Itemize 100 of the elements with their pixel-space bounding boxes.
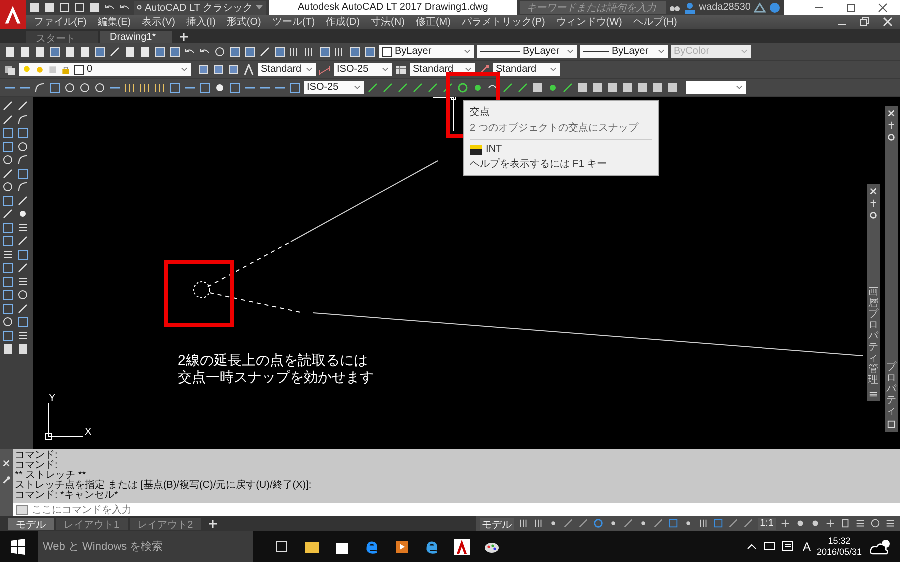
line-icon[interactable] <box>563 518 574 529</box>
square-icon[interactable] <box>2 222 14 234</box>
menu-item[interactable]: 編集(E) <box>98 15 132 29</box>
linetype-dropdown[interactable]: ByLayer <box>477 45 577 58</box>
layer-dropdown[interactable]: 0 <box>19 63 191 76</box>
line-icon[interactable] <box>780 518 791 529</box>
page-icon[interactable] <box>44 2 56 14</box>
palette-bar[interactable]: 画層プロパティ管理 <box>867 184 880 401</box>
autocad-app-icon[interactable] <box>454 538 470 554</box>
square-icon[interactable] <box>169 82 181 94</box>
square-icon[interactable] <box>2 140 14 152</box>
plus-icon[interactable] <box>178 31 190 43</box>
dot-icon[interactable] <box>17 208 29 220</box>
menu-item[interactable]: 修正(M) <box>416 15 451 29</box>
line-icon[interactable] <box>412 82 424 94</box>
square-icon[interactable] <box>840 518 851 529</box>
maximize-icon[interactable] <box>846 2 856 12</box>
menu-item[interactable]: 作成(D) <box>326 15 360 29</box>
task-view-icon[interactable] <box>274 538 290 554</box>
user-name[interactable]: wada28530 <box>699 2 751 13</box>
line-icon[interactable] <box>427 82 439 94</box>
bars-icon[interactable] <box>533 518 544 529</box>
lineweight-dropdown[interactable]: ByLayer <box>580 45 668 58</box>
page-icon[interactable] <box>2 343 14 355</box>
layout-tab[interactable]: レイアウト1 <box>56 518 128 530</box>
square-icon[interactable] <box>622 82 634 94</box>
plus-icon[interactable] <box>207 518 220 530</box>
line-icon[interactable] <box>382 82 394 94</box>
input-method-indicator[interactable]: A <box>802 540 811 554</box>
square-icon[interactable] <box>667 82 679 94</box>
line-icon[interactable] <box>517 82 529 94</box>
wrench-icon[interactable] <box>2 476 11 485</box>
palette-bar[interactable]: プロパティ <box>885 106 898 432</box>
page-icon[interactable] <box>124 46 136 58</box>
annotation-scale-button[interactable]: 1:1 <box>758 518 776 530</box>
layout-tab[interactable]: モデル <box>8 518 54 530</box>
line-icon[interactable] <box>728 518 740 529</box>
page-icon[interactable] <box>29 2 41 14</box>
page-icon[interactable] <box>19 46 31 58</box>
square-icon[interactable] <box>17 316 29 328</box>
clock[interactable]: 15:32 2016/05/31 <box>816 536 862 558</box>
square-icon[interactable] <box>289 82 301 94</box>
color-dropdown[interactable]: ByLayer <box>379 45 474 58</box>
windows-start-icon[interactable] <box>10 538 26 554</box>
menu-item[interactable]: 挿入(I) <box>186 15 216 29</box>
dot-icon[interactable] <box>795 518 806 529</box>
command-input[interactable]: ここにコマンドを入力 <box>13 503 900 516</box>
page-icon[interactable] <box>64 46 76 58</box>
palette-title[interactable]: プロパティ <box>886 362 896 417</box>
page-icon[interactable] <box>34 46 46 58</box>
square-icon[interactable] <box>199 82 211 94</box>
line-icon[interactable] <box>442 82 454 94</box>
menu-item[interactable]: 表示(V) <box>142 15 176 29</box>
bars-icon[interactable] <box>2 248 14 260</box>
table-icon[interactable] <box>395 64 407 76</box>
square-icon[interactable] <box>637 82 649 94</box>
pin-icon[interactable] <box>887 121 896 130</box>
line-icon[interactable] <box>367 82 379 94</box>
menu-item[interactable]: ヘルプ(H) <box>633 15 678 29</box>
palette-title[interactable]: 画層プロパティ管理 <box>868 287 878 386</box>
media-player-icon[interactable] <box>394 538 410 554</box>
bars-icon[interactable] <box>139 82 151 94</box>
document-tab[interactable]: スタート <box>26 31 98 43</box>
line-icon[interactable] <box>397 82 409 94</box>
square-icon[interactable] <box>2 289 14 301</box>
text-style-dropdown[interactable]: Standard <box>258 63 316 76</box>
layers-icon[interactable] <box>4 64 16 76</box>
dimension-style-dropdown[interactable]: ISO-25 <box>304 81 364 94</box>
menu-item[interactable]: 形式(O) <box>226 15 262 29</box>
square-icon[interactable] <box>17 168 29 180</box>
network-icon[interactable] <box>764 540 776 552</box>
layout-tab[interactable]: レイアウト2 <box>130 518 202 530</box>
line-icon[interactable] <box>653 518 664 529</box>
menu-item[interactable]: ファイル(F) <box>34 15 87 29</box>
multileader-style-dropdown[interactable]: Standard <box>493 63 560 76</box>
bars-icon[interactable] <box>154 82 166 94</box>
bars-icon[interactable] <box>124 82 136 94</box>
menu-item[interactable]: ウィンドウ(W) <box>556 15 622 29</box>
square-icon[interactable] <box>2 262 14 274</box>
line-icon[interactable] <box>502 82 514 94</box>
model-space-button[interactable]: モデル <box>480 518 514 530</box>
close-icon[interactable] <box>878 2 888 12</box>
taskbar-search-field[interactable]: Web と Windows を検索 <box>38 531 253 562</box>
square-icon[interactable] <box>652 82 664 94</box>
autocad-logo-icon[interactable] <box>0 0 26 29</box>
page-icon[interactable] <box>4 46 16 58</box>
menu-item[interactable]: パラメトリック(P) <box>462 15 546 29</box>
pin-icon[interactable] <box>869 199 878 208</box>
gear-icon[interactable] <box>869 211 878 220</box>
page-icon[interactable] <box>139 46 151 58</box>
square-icon[interactable] <box>2 127 14 139</box>
bars-icon[interactable] <box>17 222 29 234</box>
dot-icon[interactable] <box>214 82 226 94</box>
line-icon[interactable] <box>562 82 574 94</box>
triangle-icon[interactable] <box>754 2 766 14</box>
square-icon[interactable] <box>592 82 604 94</box>
square-icon[interactable] <box>2 302 14 314</box>
square-icon[interactable] <box>2 235 14 247</box>
workspace-dropdown[interactable]: AutoCAD LT クラシック <box>134 0 266 14</box>
letter-icon[interactable] <box>243 64 255 76</box>
